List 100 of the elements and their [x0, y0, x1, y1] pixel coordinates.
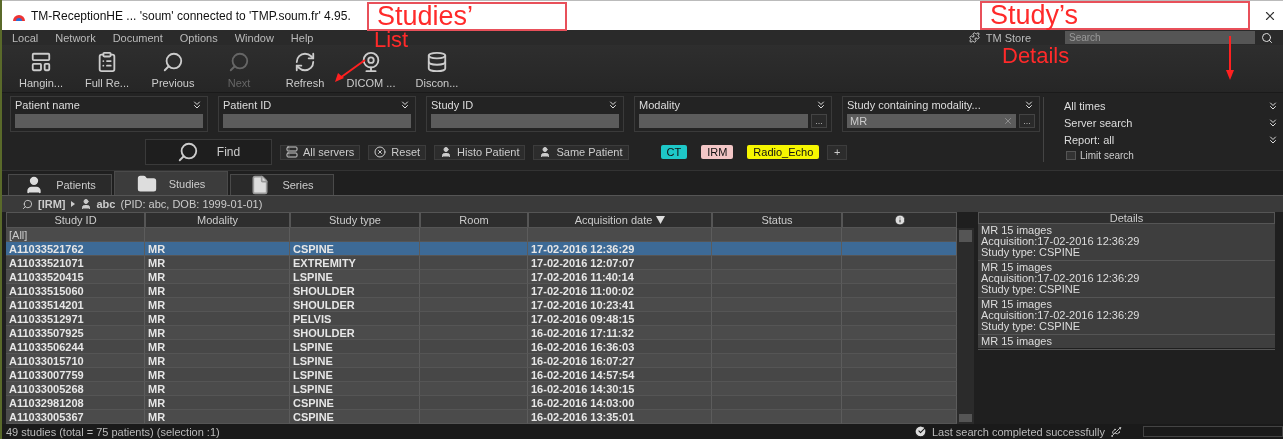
detail-line: MR 15 images	[981, 225, 1052, 236]
option-dropdown[interactable]: Report: all	[1064, 133, 1279, 146]
table-cell: MR	[145, 410, 290, 424]
find-button[interactable]: Find	[145, 139, 272, 165]
detail-line: Study type: CSPINE	[981, 247, 1081, 258]
table-cell: MR	[145, 298, 290, 312]
browse-button[interactable]: ...	[1019, 114, 1035, 128]
filter-label: [IRM]	[38, 198, 66, 210]
column-header[interactable]: Room	[420, 212, 528, 228]
expand-icon	[1267, 133, 1279, 146]
table-cell: 17-02-2016 12:36:29	[528, 242, 712, 256]
column-header[interactable]	[842, 212, 957, 228]
store-link[interactable]: TM Store	[985, 31, 1031, 44]
server-icon	[286, 146, 298, 158]
table-cell: PELVIS	[290, 312, 420, 326]
field-label: Patient name	[15, 99, 80, 111]
search-icon	[228, 51, 250, 73]
expand-icon[interactable]	[191, 99, 203, 111]
action-button[interactable]: Reset	[368, 144, 427, 160]
column-header[interactable]: Modality	[145, 212, 290, 228]
table-cell: A11033521071	[6, 256, 145, 270]
sort-descending-icon	[656, 216, 666, 224]
menu-item[interactable]: Document	[112, 31, 163, 44]
annotation-caption: List	[374, 30, 409, 50]
column-header[interactable]: Acquisition date	[528, 212, 712, 228]
table-cell: MR	[145, 312, 290, 326]
modality-tag[interactable]: Radio_Echo	[747, 145, 820, 159]
search-icon	[162, 51, 184, 73]
tab[interactable]: Patients	[8, 174, 112, 195]
column-header[interactable]: Study ID	[6, 212, 145, 228]
option-dropdown[interactable]: All times	[1064, 99, 1279, 112]
table-cell: SHOULDER	[290, 284, 420, 298]
search-field[interactable]: Search	[1065, 31, 1255, 44]
detail-line: Acquisition:17-02-2016 12:36:29	[981, 310, 1141, 321]
table-cell: LSPINE	[290, 354, 420, 368]
search-icon	[22, 198, 33, 210]
patient-name: abc	[96, 198, 116, 210]
expand-icon	[1267, 116, 1279, 129]
chevron-icon	[70, 201, 75, 207]
action-button[interactable]: Same Patient	[533, 144, 629, 160]
table-cell: MR	[145, 340, 290, 354]
column-header[interactable]: Study type	[290, 212, 420, 228]
toolbar-button[interactable]: Hangin...	[8, 51, 74, 89]
action-button[interactable]: Histo Patient	[434, 144, 526, 160]
tab[interactable]: Series	[230, 174, 334, 195]
database-icon	[426, 51, 448, 73]
table-cell: A11033015710	[6, 354, 145, 368]
annotation-arrow	[1224, 36, 1236, 82]
menu-item[interactable]: Local	[12, 31, 39, 44]
scrollbar[interactable]	[957, 228, 974, 424]
patient-info: (PID: abc, DOB: 1999-01-01)	[120, 198, 263, 210]
table-cell: A11033515060	[6, 284, 145, 298]
table-cell: A11033507925	[6, 326, 145, 340]
limit-search-checkbox[interactable]: Limit search	[1064, 150, 1279, 161]
detail-line: Acquisition:17-02-2016 12:36:29	[981, 273, 1141, 284]
table-cell: 16-02-2016 17:11:32	[528, 326, 712, 340]
browse-button[interactable]: ...	[811, 114, 827, 128]
search-icon[interactable]	[1261, 31, 1273, 44]
action-button[interactable]: All servers	[280, 144, 361, 160]
menu-item[interactable]: Window	[234, 31, 274, 44]
expand-icon[interactable]	[399, 99, 411, 111]
table-cell: MR	[145, 368, 290, 382]
table-cell: 17-02-2016 09:48:15	[528, 312, 712, 326]
layout-icon	[30, 51, 52, 73]
table-cell: SHOULDER	[290, 326, 420, 340]
reset-icon	[374, 146, 387, 158]
toolbar-button[interactable]: Discon...	[404, 51, 470, 89]
input-field[interactable]	[223, 114, 411, 128]
toolbar-button[interactable]: DICOM ...	[338, 51, 404, 89]
add-tag-button[interactable]: +	[827, 144, 848, 160]
detail-line: Acquisition:17-02-2016 12:36:29	[981, 236, 1141, 247]
menu-item[interactable]: Help	[290, 31, 314, 44]
table-cell: LSPINE	[290, 270, 420, 284]
toolbar-button[interactable]: Refresh	[272, 51, 338, 89]
menu-item[interactable]: Network	[55, 31, 96, 44]
expand-icon	[1267, 99, 1279, 112]
modality-tag[interactable]: IRM	[701, 145, 734, 159]
table-cell: CSPINE	[290, 396, 420, 410]
toolbar-button[interactable]: Previous	[140, 51, 206, 89]
tab[interactable]: Studies	[114, 171, 228, 195]
input-field[interactable]	[15, 114, 203, 128]
clipboard-icon	[96, 51, 118, 73]
toolbar-button[interactable]: Full Re...	[74, 51, 140, 89]
field-label: Study containing modality...	[847, 99, 981, 111]
input-field[interactable]	[431, 114, 619, 128]
expand-icon[interactable]	[607, 99, 619, 111]
table-cell: 17-02-2016 10:23:41	[528, 298, 712, 312]
column-header[interactable]: Status	[712, 212, 842, 228]
table-cell: CSPINE	[290, 242, 420, 256]
option-dropdown[interactable]: Server search	[1064, 116, 1279, 129]
status-message: Last search completed successfully	[931, 425, 1105, 438]
input-field[interactable]	[639, 114, 808, 128]
input-field[interactable]: MR	[847, 114, 1016, 128]
modality-tag[interactable]: CT	[660, 145, 688, 159]
expand-icon[interactable]	[1023, 99, 1035, 111]
puzzle-icon	[968, 32, 980, 43]
table-cell: A11033007759	[6, 368, 145, 382]
expand-icon[interactable]	[815, 99, 827, 111]
table-cell: MR	[145, 396, 290, 410]
menu-item[interactable]: Options	[179, 31, 218, 44]
